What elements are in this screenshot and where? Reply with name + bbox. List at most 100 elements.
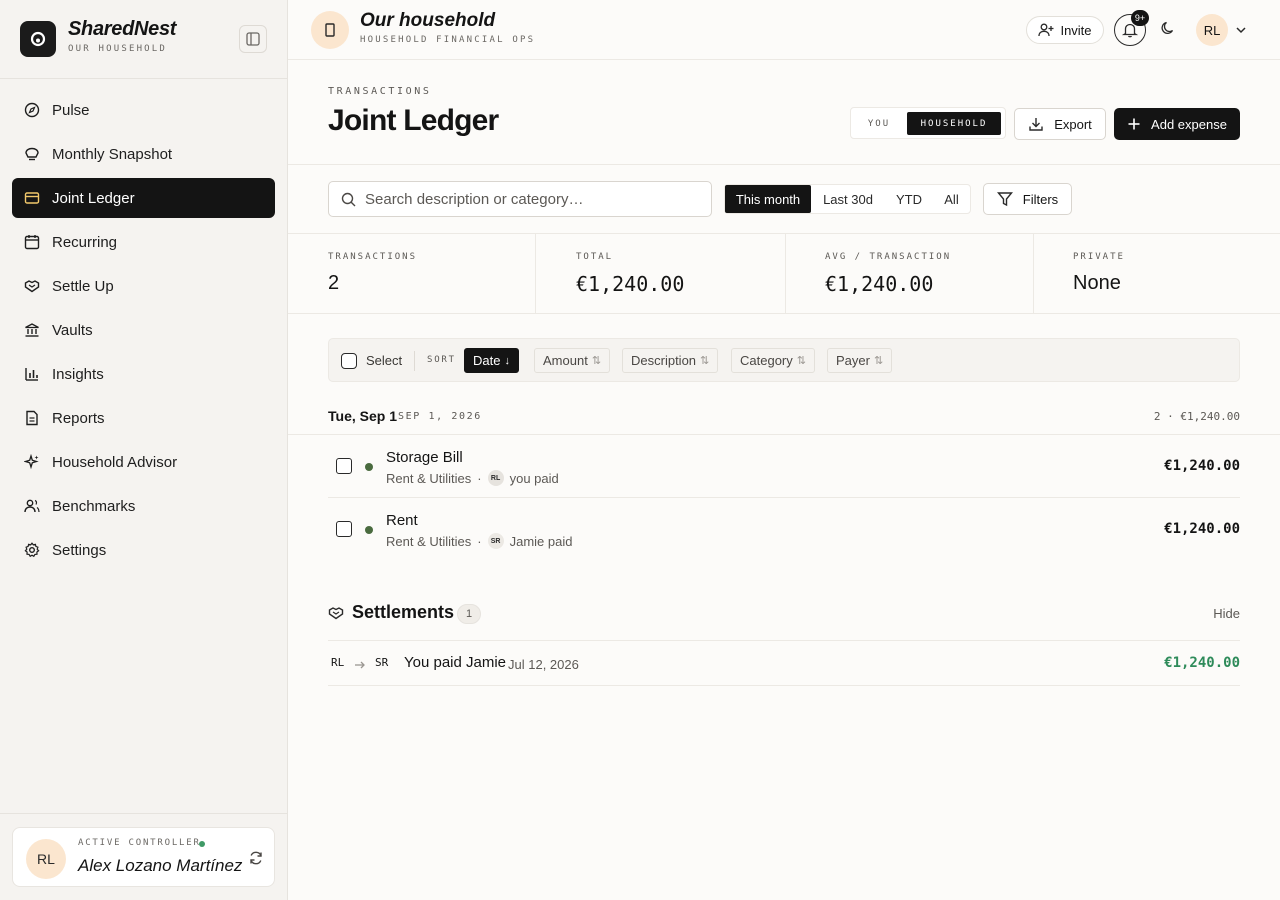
transaction-amount: €1,240.00: [1164, 458, 1240, 474]
sort-arrows-icon: ⇅: [796, 355, 806, 367]
sort-payer-button[interactable]: Payer ⇅: [827, 348, 893, 373]
transaction-meta: Rent & Utilities · RL you paid: [386, 470, 559, 486]
toolbar-divider: [414, 351, 415, 371]
list-toolbar: Select SORT Date ↓ Amount ⇅ Description …: [328, 338, 1240, 382]
gear-icon: [24, 542, 40, 558]
sidebar-item-label: Benchmarks: [52, 497, 136, 515]
sidebar-item-recurring[interactable]: Recurring: [12, 222, 275, 262]
transaction-row[interactable]: Storage Bill Rent & Utilities · RL you p…: [328, 435, 1240, 498]
sidebar-toggle-icon: [246, 32, 260, 46]
export-label: Export: [1054, 116, 1092, 132]
document-icon: [24, 410, 40, 426]
sidebar-item-label: Settings: [52, 541, 107, 559]
user-card[interactable]: RL ACTIVE CONTROLLER Alex Lozano Martíne…: [12, 827, 275, 887]
stat-value: 2: [328, 272, 340, 294]
range-ytd[interactable]: YTD: [885, 185, 933, 213]
sidebar-item-pulse[interactable]: Pulse: [12, 90, 275, 130]
range-last-30d[interactable]: Last 30d: [811, 185, 885, 213]
sidebar-item-settings[interactable]: Settings: [12, 530, 275, 570]
household-icon: [311, 11, 349, 49]
payer-text: Jamie paid: [509, 533, 573, 549]
sidebar-item-household-advisor[interactable]: Household Advisor: [12, 442, 275, 482]
hide-settlements-button[interactable]: Hide: [1213, 606, 1240, 621]
stat-label: PRIVATE: [1073, 252, 1125, 262]
sidebar-item-vaults[interactable]: Vaults: [12, 310, 275, 350]
stat-label: AVG / TRANSACTION: [825, 252, 952, 262]
household-title: Our household: [360, 10, 496, 31]
transaction-row[interactable]: Rent Rent & Utilities · SR Jamie paid €1…: [328, 498, 1240, 561]
bank-icon: [24, 322, 40, 338]
range-this-month[interactable]: This month: [725, 185, 811, 213]
sort-option-label: Date: [473, 353, 501, 368]
sidebar-item-insights[interactable]: Insights: [12, 354, 275, 394]
sidebar-item-benchmarks[interactable]: Benchmarks: [12, 486, 275, 526]
payer-text: you paid: [509, 470, 559, 486]
invite-button[interactable]: Invite: [1026, 16, 1104, 44]
meta-separator: ·: [477, 470, 482, 486]
nest-icon: [30, 31, 46, 47]
switch-user-button[interactable]: [248, 850, 264, 871]
sort-description-button[interactable]: Description ⇅: [622, 348, 719, 373]
sidebar-item-joint-ledger[interactable]: Joint Ledger: [12, 178, 275, 218]
select-all-checkbox[interactable]: [341, 353, 357, 369]
handshake-icon: [24, 278, 40, 294]
calendar-icon: [24, 234, 40, 250]
sidebar-item-label: Household Advisor: [52, 453, 178, 471]
export-button[interactable]: Export: [1014, 108, 1106, 140]
sort-label: SORT: [427, 355, 456, 365]
avatar: RL: [487, 470, 504, 486]
stat-transactions: TRANSACTIONS 2: [288, 234, 536, 313]
search-box: [328, 181, 712, 217]
sidebar-item-reports[interactable]: Reports: [12, 398, 275, 438]
category-dot: [365, 526, 373, 534]
sidebar: SharedNest OUR HOUSEHOLD Pulse Monthly S…: [0, 0, 288, 900]
row-checkbox[interactable]: [336, 521, 352, 537]
settlement-from: RL: [331, 656, 345, 669]
search-input[interactable]: [365, 189, 695, 209]
scope-household-option[interactable]: HOUSEHOLD: [907, 112, 1001, 135]
stat-total: TOTAL €1,240.00: [536, 234, 785, 313]
day-summary: 2 · €1,240.00: [1153, 410, 1240, 423]
users-icon: [24, 498, 40, 514]
stat-private: PRIVATE None: [1033, 234, 1280, 313]
filter-icon: [996, 192, 1013, 207]
transaction-amount: €1,240.00: [1164, 521, 1240, 537]
sidebar-item-label: Pulse: [52, 101, 90, 119]
scope-toggle: YOU HOUSEHOLD: [850, 107, 1006, 139]
sort-arrows-icon: ⇅: [591, 355, 602, 367]
add-expense-button[interactable]: Add expense: [1114, 108, 1240, 140]
sidebar-item-monthly-snapshot[interactable]: Monthly Snapshot: [12, 134, 275, 174]
sidebar-item-label: Recurring: [52, 233, 118, 251]
settlements-bottom-divider: [328, 685, 1240, 686]
brand-logo[interactable]: [20, 21, 56, 57]
transaction-description: Storage Bill: [386, 449, 463, 466]
collapse-sidebar-button[interactable]: [239, 25, 267, 53]
account-menu-button[interactable]: [1235, 23, 1247, 41]
household-subtitle: HOUSEHOLD FINANCIAL OPS: [360, 35, 536, 45]
sort-amount-button[interactable]: Amount ⇅: [534, 348, 611, 373]
sort-option-label: Payer: [836, 353, 870, 368]
page-title: Joint Ledger: [328, 104, 499, 137]
sort-date-button[interactable]: Date ↓: [464, 348, 519, 373]
range-all[interactable]: All: [933, 185, 970, 213]
sidebar-item-label: Joint Ledger: [52, 189, 135, 207]
sort-category-button[interactable]: Category ⇅: [731, 348, 815, 373]
page-eyebrow: TRANSACTIONS: [328, 86, 432, 97]
settlement-to: SR: [375, 656, 389, 669]
moon-icon: [1161, 21, 1174, 35]
sidebar-item-settle-up[interactable]: Settle Up: [12, 266, 275, 306]
sort-arrows-icon: ⇅: [700, 355, 710, 367]
avatar[interactable]: RL: [1196, 14, 1228, 46]
brand-subtitle: OUR HOUSEHOLD: [68, 44, 168, 54]
brand-name: SharedNest: [68, 18, 177, 40]
select-label[interactable]: Select: [366, 353, 402, 368]
row-checkbox[interactable]: [336, 458, 352, 474]
theme-toggle-button[interactable]: [1160, 20, 1176, 41]
scope-you-option[interactable]: YOU: [859, 112, 899, 135]
settlement-row[interactable]: RL SR You paid Jamie Jul 12, 2026 €1,240…: [328, 641, 1240, 685]
sort-option-label: Category: [740, 353, 793, 368]
bulb-icon: [24, 146, 40, 162]
invite-label: Invite: [1060, 22, 1092, 38]
filters-button[interactable]: Filters: [983, 183, 1072, 215]
sidebar-item-label: Insights: [52, 365, 104, 383]
